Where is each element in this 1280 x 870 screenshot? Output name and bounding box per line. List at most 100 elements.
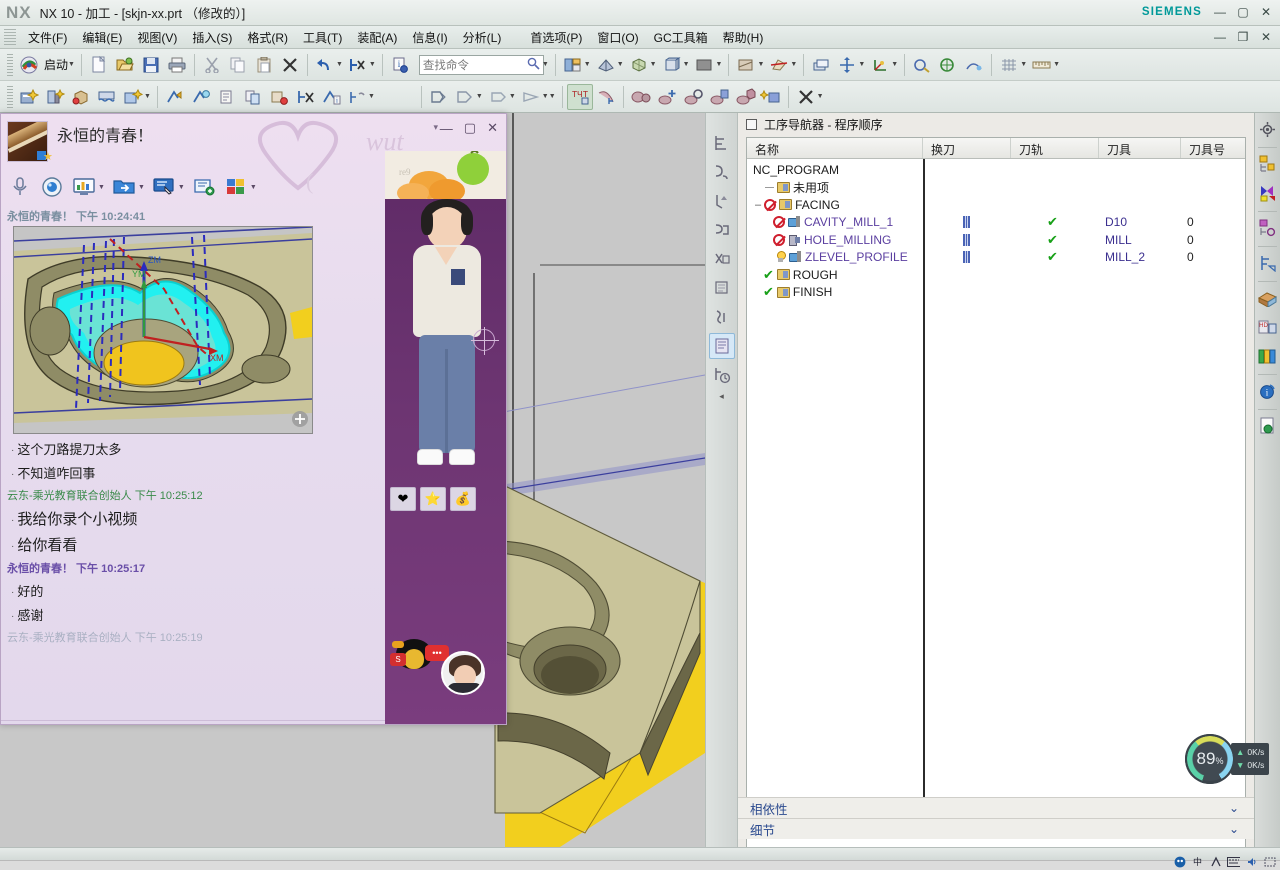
message-history-button[interactable]: 消息记录 ▼ bbox=[423, 724, 496, 725]
chinese-ime-icon[interactable]: 中 bbox=[1191, 855, 1204, 868]
section-details[interactable]: 细节 ⌄ bbox=[738, 818, 1255, 839]
open-file-icon[interactable] bbox=[112, 52, 138, 78]
create-operation-icon[interactable] bbox=[120, 84, 146, 110]
trim-boundary-icon[interactable] bbox=[485, 84, 511, 110]
add-workpiece-icon[interactable] bbox=[654, 84, 680, 110]
menu-item-tools[interactable]: 工具(T) bbox=[296, 26, 349, 49]
workpiece-icon[interactable] bbox=[628, 84, 654, 110]
voice-input-icon[interactable] bbox=[102, 724, 122, 725]
font-style-icon[interactable]: A bbox=[6, 724, 26, 725]
verify-toolpath-icon[interactable] bbox=[188, 84, 214, 110]
menu-item-gc-toolbox[interactable]: GC工具箱 bbox=[647, 26, 715, 49]
plane-mill-icon[interactable] bbox=[709, 246, 735, 272]
create-note-icon[interactable] bbox=[189, 173, 219, 201]
menu-item-window[interactable]: 窗口(O) bbox=[590, 26, 645, 49]
minimize-button[interactable]: — bbox=[1212, 5, 1228, 19]
table-row[interactable]: ZLEVEL_PROFILE ✔ MILL_2 0 bbox=[747, 249, 1245, 267]
table-row[interactable]: CAVITY_MILL_1 ✔ D10 0 bbox=[747, 214, 1245, 232]
zlevel-icon[interactable] bbox=[709, 188, 735, 214]
color-display-icon[interactable] bbox=[692, 52, 718, 78]
table-row[interactable]: ✔ FINISH bbox=[747, 284, 1245, 302]
menu-item-help[interactable]: 帮助(H) bbox=[716, 26, 771, 49]
chevron-down-icon[interactable]: ▾ bbox=[433, 122, 438, 133]
screenshot-scissors-icon[interactable] bbox=[218, 724, 238, 725]
constraint-nav-icon[interactable] bbox=[1257, 182, 1279, 204]
qq-icon[interactable] bbox=[1173, 855, 1186, 868]
face-mill-icon[interactable] bbox=[709, 217, 735, 243]
hd3d-tools-icon[interactable]: HD bbox=[1257, 316, 1279, 338]
machine-code-icon[interactable]: TЧT bbox=[566, 83, 593, 110]
role-icon[interactable] bbox=[1257, 345, 1279, 367]
star-gift-icon[interactable]: ⭐ bbox=[420, 487, 446, 511]
image-icon[interactable] bbox=[160, 724, 180, 725]
chevron-down-icon[interactable]: ⌄ bbox=[1229, 822, 1239, 836]
favorite-star-icon[interactable]: ★ bbox=[43, 150, 53, 163]
keyboard-icon[interactable] bbox=[1227, 855, 1240, 868]
cut-icon[interactable] bbox=[199, 52, 225, 78]
chat-image-cam-toolpath[interactable]: ZM YM XM bbox=[13, 226, 313, 434]
toolpath-report-icon[interactable] bbox=[709, 333, 735, 359]
app-panel-dropdown-arrow[interactable]: ▼ bbox=[250, 184, 257, 191]
copy-icon[interactable] bbox=[225, 52, 251, 78]
menu-item-assemblies[interactable]: 装配(A) bbox=[350, 26, 404, 49]
tree-expand-toggle[interactable]: – bbox=[755, 199, 761, 211]
chat-close-button[interactable]: ✕ bbox=[487, 120, 498, 136]
start-dropdown-arrow[interactable]: ▼ bbox=[68, 61, 75, 68]
row-name-cell[interactable]: ZLEVEL_PROFILE bbox=[747, 250, 923, 264]
toolbar-grip[interactable] bbox=[7, 85, 13, 108]
row-name-cell[interactable]: ✔ FINISH bbox=[747, 285, 923, 299]
friend-avatar[interactable] bbox=[441, 651, 485, 695]
app-panel-icon[interactable] bbox=[221, 173, 251, 201]
handwrite-icon[interactable] bbox=[136, 724, 156, 725]
menu-item-analysis[interactable]: 分析(L) bbox=[456, 26, 509, 49]
system-scene-icon[interactable] bbox=[1257, 415, 1279, 437]
strip-collapse-arrow[interactable]: ◂ bbox=[706, 391, 737, 402]
shaded-view-icon[interactable] bbox=[626, 52, 652, 78]
pin-checkbox[interactable] bbox=[746, 118, 757, 130]
wcs-dynamic-icon[interactable] bbox=[867, 52, 893, 78]
lock-toolpath-icon[interactable] bbox=[344, 84, 370, 110]
side-panel-banner[interactable]: re9 bbox=[385, 151, 506, 199]
menu-item-format[interactable]: 格式(R) bbox=[240, 26, 295, 49]
row-name-cell[interactable]: CAVITY_MILL_1 bbox=[747, 215, 923, 229]
target-crosshair-icon[interactable] bbox=[471, 327, 499, 355]
create-method-icon[interactable] bbox=[94, 84, 120, 110]
send-file-dropdown-arrow[interactable]: ▼ bbox=[138, 184, 145, 191]
gear-icon[interactable] bbox=[1257, 118, 1279, 140]
row-name-cell[interactable]: NC_PROGRAM bbox=[747, 163, 923, 177]
avatar-showcase-panel[interactable]: re9 ❤ ⭐ 💰 S ••• bbox=[385, 151, 506, 724]
transform-icon[interactable] bbox=[266, 84, 292, 110]
create-geometry-icon[interactable] bbox=[68, 84, 94, 110]
chat-maximize-button[interactable]: ▢ bbox=[464, 120, 476, 136]
mdi-minimize-button[interactable]: — bbox=[1212, 30, 1228, 44]
cut-region-icon[interactable] bbox=[426, 84, 452, 110]
reuse-library-icon[interactable] bbox=[1257, 287, 1279, 309]
operation-nav-icon[interactable] bbox=[1257, 252, 1279, 274]
table-row[interactable]: HOLE_MILLING ✔ MILL 0 bbox=[747, 231, 1245, 249]
window-layout-icon[interactable] bbox=[560, 52, 586, 78]
start-icon[interactable] bbox=[16, 52, 42, 78]
deviation-icon[interactable] bbox=[961, 52, 987, 78]
list-toolpath-icon[interactable] bbox=[214, 84, 240, 110]
cancel-icon[interactable] bbox=[793, 84, 819, 110]
table-row[interactable]: – FACING bbox=[747, 196, 1245, 214]
show-desktop-icon[interactable] bbox=[1263, 855, 1276, 868]
find-command-input[interactable]: 查找命令 bbox=[418, 54, 544, 75]
grid-snap-icon[interactable] bbox=[996, 52, 1022, 78]
paste-icon[interactable] bbox=[251, 52, 277, 78]
layer-settings-icon[interactable] bbox=[808, 52, 834, 78]
network-speed-widget[interactable]: 89% ▲ 0K/s ▼ 0K/s bbox=[1185, 733, 1280, 785]
taper-icon[interactable] bbox=[518, 84, 544, 110]
menu-item-preferences[interactable]: 首选项(P) bbox=[523, 26, 589, 49]
save-icon[interactable] bbox=[138, 52, 164, 78]
chat-minimize-button[interactable]: — bbox=[440, 121, 453, 136]
solid-workpiece-icon[interactable] bbox=[732, 84, 758, 110]
assembly-nav-icon[interactable] bbox=[1257, 153, 1279, 175]
deselect-icon[interactable] bbox=[345, 52, 371, 78]
measure-icon[interactable] bbox=[909, 52, 935, 78]
move-object-icon[interactable] bbox=[834, 52, 860, 78]
circle-workpiece-icon[interactable] bbox=[680, 84, 706, 110]
music-icon[interactable]: ♫ bbox=[194, 724, 214, 725]
ruler-icon[interactable] bbox=[1029, 52, 1055, 78]
find-command-dropdown-arrow[interactable]: ▼ bbox=[542, 61, 549, 68]
